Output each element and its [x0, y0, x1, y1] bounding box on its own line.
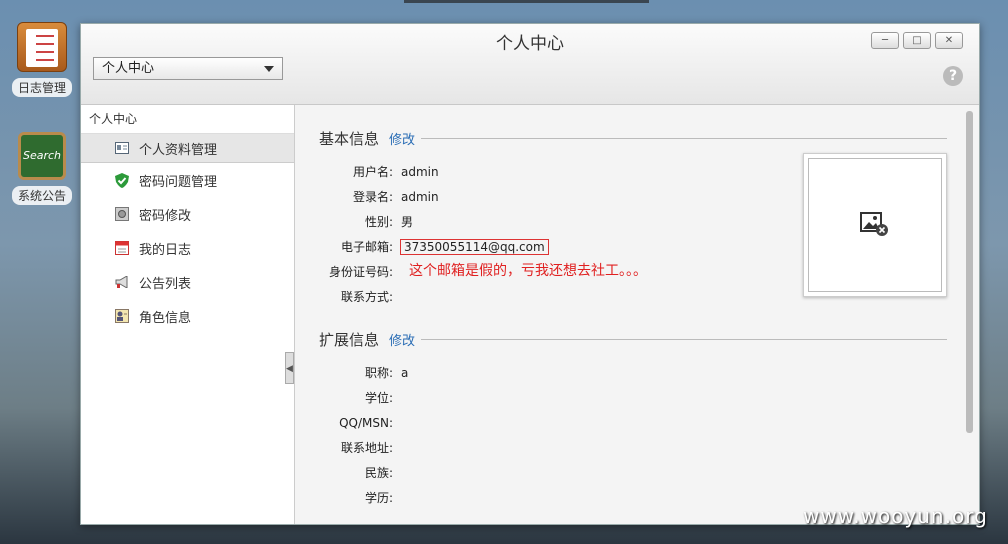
help-icon[interactable]: ?	[943, 66, 963, 86]
field-value	[393, 440, 401, 456]
maximize-icon[interactable]: □	[903, 32, 931, 49]
field-label: 学位:	[364, 391, 393, 405]
shield-check-icon	[115, 172, 129, 188]
field-value	[393, 289, 401, 305]
window-title: 个人中心	[496, 34, 564, 54]
broken-image-icon	[860, 210, 890, 241]
sidebar-item-label: 密码修改	[139, 208, 192, 224]
field-label: 学历:	[364, 491, 393, 505]
megaphone-icon	[115, 275, 129, 289]
edit-basic-info-link[interactable]: 修改	[389, 129, 415, 148]
section-title: 基本信息	[319, 130, 380, 148]
sidebar-item-password-change[interactable]: 密码修改	[81, 197, 294, 231]
profile-card-icon	[115, 141, 129, 155]
field-label: 身份证号码:	[328, 265, 393, 279]
sidebar-item-label: 密码问题管理	[139, 174, 218, 190]
sidebar-item-notice-list[interactable]: 公告列表	[81, 265, 294, 299]
divider	[421, 339, 947, 340]
field-value	[393, 390, 401, 406]
field-label: 职称:	[364, 366, 393, 380]
section-title: 扩展信息	[319, 331, 380, 349]
field-row-education: 学历:	[319, 490, 649, 506]
desktop-icon-label: 日志管理	[11, 78, 72, 97]
annotation-note: 这个邮箱是假的，亏我还想去社工。。。	[409, 263, 647, 279]
field-row-title: 职称: a	[319, 365, 649, 381]
avatar-photo-frame[interactable]	[803, 153, 947, 297]
basic-info-header: 基本信息 修改	[319, 128, 947, 149]
sidebar-heading: 个人中心	[81, 105, 294, 134]
profile-content: 基本信息 修改 用户名: admin 登录名: admin 性别: 男 电子邮箱…	[295, 105, 979, 524]
field-row-address: 联系地址:	[319, 440, 649, 456]
field-label: 登录名:	[352, 190, 393, 204]
extended-info-header: 扩展信息 修改	[319, 329, 947, 350]
field-row-username: 用户名: admin	[319, 164, 649, 180]
sidebar-item-my-log[interactable]: 我的日志	[81, 231, 294, 265]
field-label: 联系地址:	[340, 441, 393, 455]
sidebar: 个人中心 个人资料管理 密码问题管理 密码修改 我的日志 公告列表 角色信息 ◀	[81, 105, 295, 524]
field-label: 用户名:	[352, 165, 393, 179]
safe-icon	[115, 207, 129, 221]
field-row-email: 电子邮箱: 37350055114@qq.com	[319, 239, 649, 255]
field-value: a	[401, 366, 409, 380]
sidebar-item-role-info[interactable]: 角色信息	[81, 299, 294, 333]
field-value	[393, 490, 401, 506]
field-row-login-name: 登录名: admin	[319, 189, 649, 205]
dropdown-value: 个人中心	[102, 61, 155, 76]
sidebar-item-label: 公告列表	[139, 276, 192, 292]
field-value: 男	[401, 215, 414, 229]
field-row-ethnicity: 民族:	[319, 465, 649, 481]
field-value: admin	[401, 190, 439, 204]
field-label: 联系方式:	[340, 290, 393, 304]
field-label: QQ/MSN:	[339, 416, 393, 430]
sidebar-item-profile[interactable]: 个人资料管理	[81, 134, 294, 163]
top-bar-strip	[404, 0, 649, 3]
field-row-gender: 性别: 男	[319, 214, 649, 230]
window-controls: ─ □ ✕	[871, 32, 963, 49]
email-value-highlighted: 37350055114@qq.com	[400, 239, 549, 255]
notepad-icon	[17, 22, 67, 72]
field-row-qq-msn: QQ/MSN:	[319, 415, 649, 431]
field-label: 民族:	[364, 466, 393, 480]
edit-extended-info-link[interactable]: 修改	[389, 330, 415, 349]
sidebar-collapse-handle[interactable]: ◀	[285, 352, 294, 384]
watermark: www.wooyun.org	[803, 504, 988, 528]
divider	[421, 138, 947, 139]
desktop-icon-log-management[interactable]: 日志管理	[10, 22, 74, 97]
center-dropdown[interactable]: 个人中心	[93, 57, 283, 80]
close-icon[interactable]: ✕	[935, 32, 963, 49]
sidebar-item-label: 角色信息	[139, 310, 192, 326]
chevron-down-icon	[264, 66, 274, 72]
personal-center-window: 个人中心 ─ □ ✕ 个人中心 ? 个人中心 个人资料管理 密码问题管理 密码修…	[80, 23, 980, 525]
sidebar-item-label: 个人资料管理	[139, 142, 218, 158]
field-value	[393, 465, 401, 481]
role-icon	[115, 309, 129, 323]
desktop-icon-label: 系统公告	[11, 186, 72, 205]
sidebar-item-label: 我的日志	[139, 242, 192, 258]
field-label: 电子邮箱:	[340, 240, 393, 254]
field-value: admin	[401, 165, 439, 179]
field-value	[393, 415, 401, 431]
calendar-icon	[115, 241, 129, 255]
field-row-contact: 联系方式:	[319, 289, 649, 305]
sidebar-item-password-question[interactable]: 密码问题管理	[81, 163, 294, 197]
minimize-icon[interactable]: ─	[871, 32, 899, 49]
desktop-icon-system-notice[interactable]: Search 系统公告	[10, 132, 74, 205]
window-titlebar: 个人中心 ─ □ ✕ 个人中心 ?	[81, 24, 979, 105]
vertical-scrollbar[interactable]	[966, 111, 973, 433]
field-row-degree: 学位:	[319, 390, 649, 406]
chalkboard-icon: Search	[18, 132, 66, 180]
field-value	[393, 264, 401, 280]
field-label: 性别:	[364, 215, 393, 229]
